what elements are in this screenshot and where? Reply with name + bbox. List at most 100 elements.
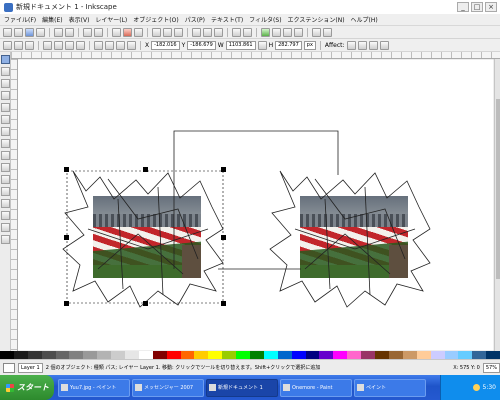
palette-swatch[interactable]: [180, 351, 195, 359]
ellipse-tool-icon[interactable]: [0, 127, 10, 136]
open-icon[interactable]: [14, 27, 23, 37]
lower-bottom-icon[interactable]: [127, 40, 136, 50]
palette-swatch[interactable]: [430, 351, 445, 359]
menu-filters[interactable]: フィルタ(S): [249, 15, 281, 24]
select-all-icon[interactable]: [3, 40, 12, 50]
rotate-ccw-icon[interactable]: [43, 40, 52, 50]
palette-swatch[interactable]: [444, 351, 459, 359]
task-button[interactable]: メッセンジャー 2007: [132, 378, 204, 397]
rotate-cw-icon[interactable]: [54, 40, 63, 50]
tweak-tool-icon[interactable]: [0, 79, 10, 88]
palette-swatch[interactable]: [416, 351, 431, 359]
menu-extensions[interactable]: エクステンション(N): [288, 15, 345, 24]
palette-swatch[interactable]: [458, 351, 473, 359]
color-palette[interactable]: [0, 351, 500, 359]
cut-icon[interactable]: [123, 27, 132, 37]
transform-patterns-icon[interactable]: [379, 40, 389, 50]
star-tool-icon[interactable]: [0, 139, 10, 148]
fill-stroke-icon[interactable]: [261, 27, 270, 37]
task-button[interactable]: Yuu7.jpg - ペイント: [58, 378, 130, 397]
paste-icon[interactable]: [134, 27, 143, 37]
menu-edit[interactable]: 編集(E): [42, 15, 62, 24]
dropper-tool-icon[interactable]: [0, 235, 10, 244]
copy-icon[interactable]: [112, 27, 121, 37]
palette-swatch[interactable]: [222, 351, 237, 359]
palette-swatch[interactable]: [194, 351, 209, 359]
save-icon[interactable]: [25, 27, 34, 37]
y-field[interactable]: -186.679: [187, 40, 216, 50]
gradient-tool-icon[interactable]: [0, 223, 10, 232]
spiral-tool-icon[interactable]: [0, 151, 10, 160]
vertical-ruler[interactable]: [11, 59, 18, 351]
undo-icon[interactable]: [83, 27, 92, 37]
palette-swatch[interactable]: [0, 351, 14, 359]
task-button[interactable]: ペイント: [354, 378, 426, 397]
palette-swatch[interactable]: [166, 351, 181, 359]
fill-stroke-indicator[interactable]: [3, 362, 15, 373]
deselect-icon[interactable]: [25, 40, 34, 50]
palette-swatch[interactable]: [361, 351, 376, 359]
palette-swatch[interactable]: [375, 351, 389, 359]
drawing-canvas[interactable]: [18, 59, 494, 351]
palette-swatch[interactable]: [402, 351, 417, 359]
palette-swatch[interactable]: [97, 351, 112, 359]
palette-swatch[interactable]: [333, 351, 348, 359]
import-icon[interactable]: [54, 27, 63, 37]
menu-path[interactable]: パス(P): [185, 15, 205, 24]
redo-icon[interactable]: [94, 27, 103, 37]
flip-horizontal-icon[interactable]: [65, 40, 74, 50]
palette-swatch[interactable]: [138, 351, 153, 359]
palette-swatch[interactable]: [277, 351, 292, 359]
duplicate-icon[interactable]: [192, 27, 201, 37]
selector-tool-icon[interactable]: [0, 55, 10, 64]
palette-swatch[interactable]: [236, 351, 251, 359]
h-field[interactable]: 282.797: [275, 40, 302, 50]
palette-swatch[interactable]: [69, 351, 84, 359]
palette-swatch[interactable]: [41, 351, 56, 359]
task-button[interactable]: Onemore - Paint: [280, 378, 352, 397]
maximize-button[interactable]: □: [471, 2, 483, 12]
text-font-icon[interactable]: [272, 27, 281, 37]
preferences-icon[interactable]: [312, 27, 321, 37]
palette-swatch[interactable]: [125, 351, 139, 359]
raise-icon[interactable]: [105, 40, 114, 50]
spray-tool-icon[interactable]: [0, 211, 10, 220]
menu-text[interactable]: テキスト(T): [211, 15, 243, 24]
align-distribute-icon[interactable]: [294, 27, 303, 37]
node-tool-icon[interactable]: [0, 67, 10, 76]
zoom-drawing-icon[interactable]: [163, 27, 172, 37]
scale-stroke-icon[interactable]: [346, 40, 356, 50]
layer-select[interactable]: Layer 1: [18, 362, 43, 373]
rectangle-tool-icon[interactable]: [0, 103, 10, 112]
raise-top-icon[interactable]: [94, 40, 103, 50]
menu-help[interactable]: ヘルプ(H): [351, 15, 378, 24]
zoom-field[interactable]: 57%: [482, 362, 500, 373]
palette-swatch[interactable]: [472, 351, 487, 359]
palette-swatch[interactable]: [55, 351, 70, 359]
text-tool-icon[interactable]: [0, 199, 10, 208]
palette-swatch[interactable]: [263, 351, 278, 359]
xml-editor-icon[interactable]: [283, 27, 292, 37]
w-field[interactable]: 1103.861: [225, 40, 256, 50]
palette-swatch[interactable]: [13, 351, 28, 359]
palette-swatch[interactable]: [486, 351, 500, 359]
menu-layer[interactable]: レイヤー(L): [95, 15, 127, 24]
palette-swatch[interactable]: [208, 351, 223, 359]
menu-view[interactable]: 表示(V): [69, 15, 90, 24]
palette-swatch[interactable]: [250, 351, 264, 359]
vertical-scrollbar[interactable]: [494, 59, 500, 351]
minimize-button[interactable]: _: [457, 2, 469, 12]
select-all-layers-icon[interactable]: [14, 40, 23, 50]
flip-vertical-icon[interactable]: [76, 40, 85, 50]
ungroup-icon[interactable]: [243, 27, 252, 37]
palette-swatch[interactable]: [111, 351, 126, 359]
lower-icon[interactable]: [116, 40, 125, 50]
start-button[interactable]: スタート: [0, 375, 54, 400]
scale-corners-icon[interactable]: [357, 40, 367, 50]
calligraphy-tool-icon[interactable]: [0, 187, 10, 196]
palette-swatch[interactable]: [388, 351, 403, 359]
palette-swatch[interactable]: [291, 351, 306, 359]
export-icon[interactable]: [65, 27, 74, 37]
pencil-tool-icon[interactable]: [0, 163, 10, 172]
3d-box-tool-icon[interactable]: [0, 115, 10, 124]
